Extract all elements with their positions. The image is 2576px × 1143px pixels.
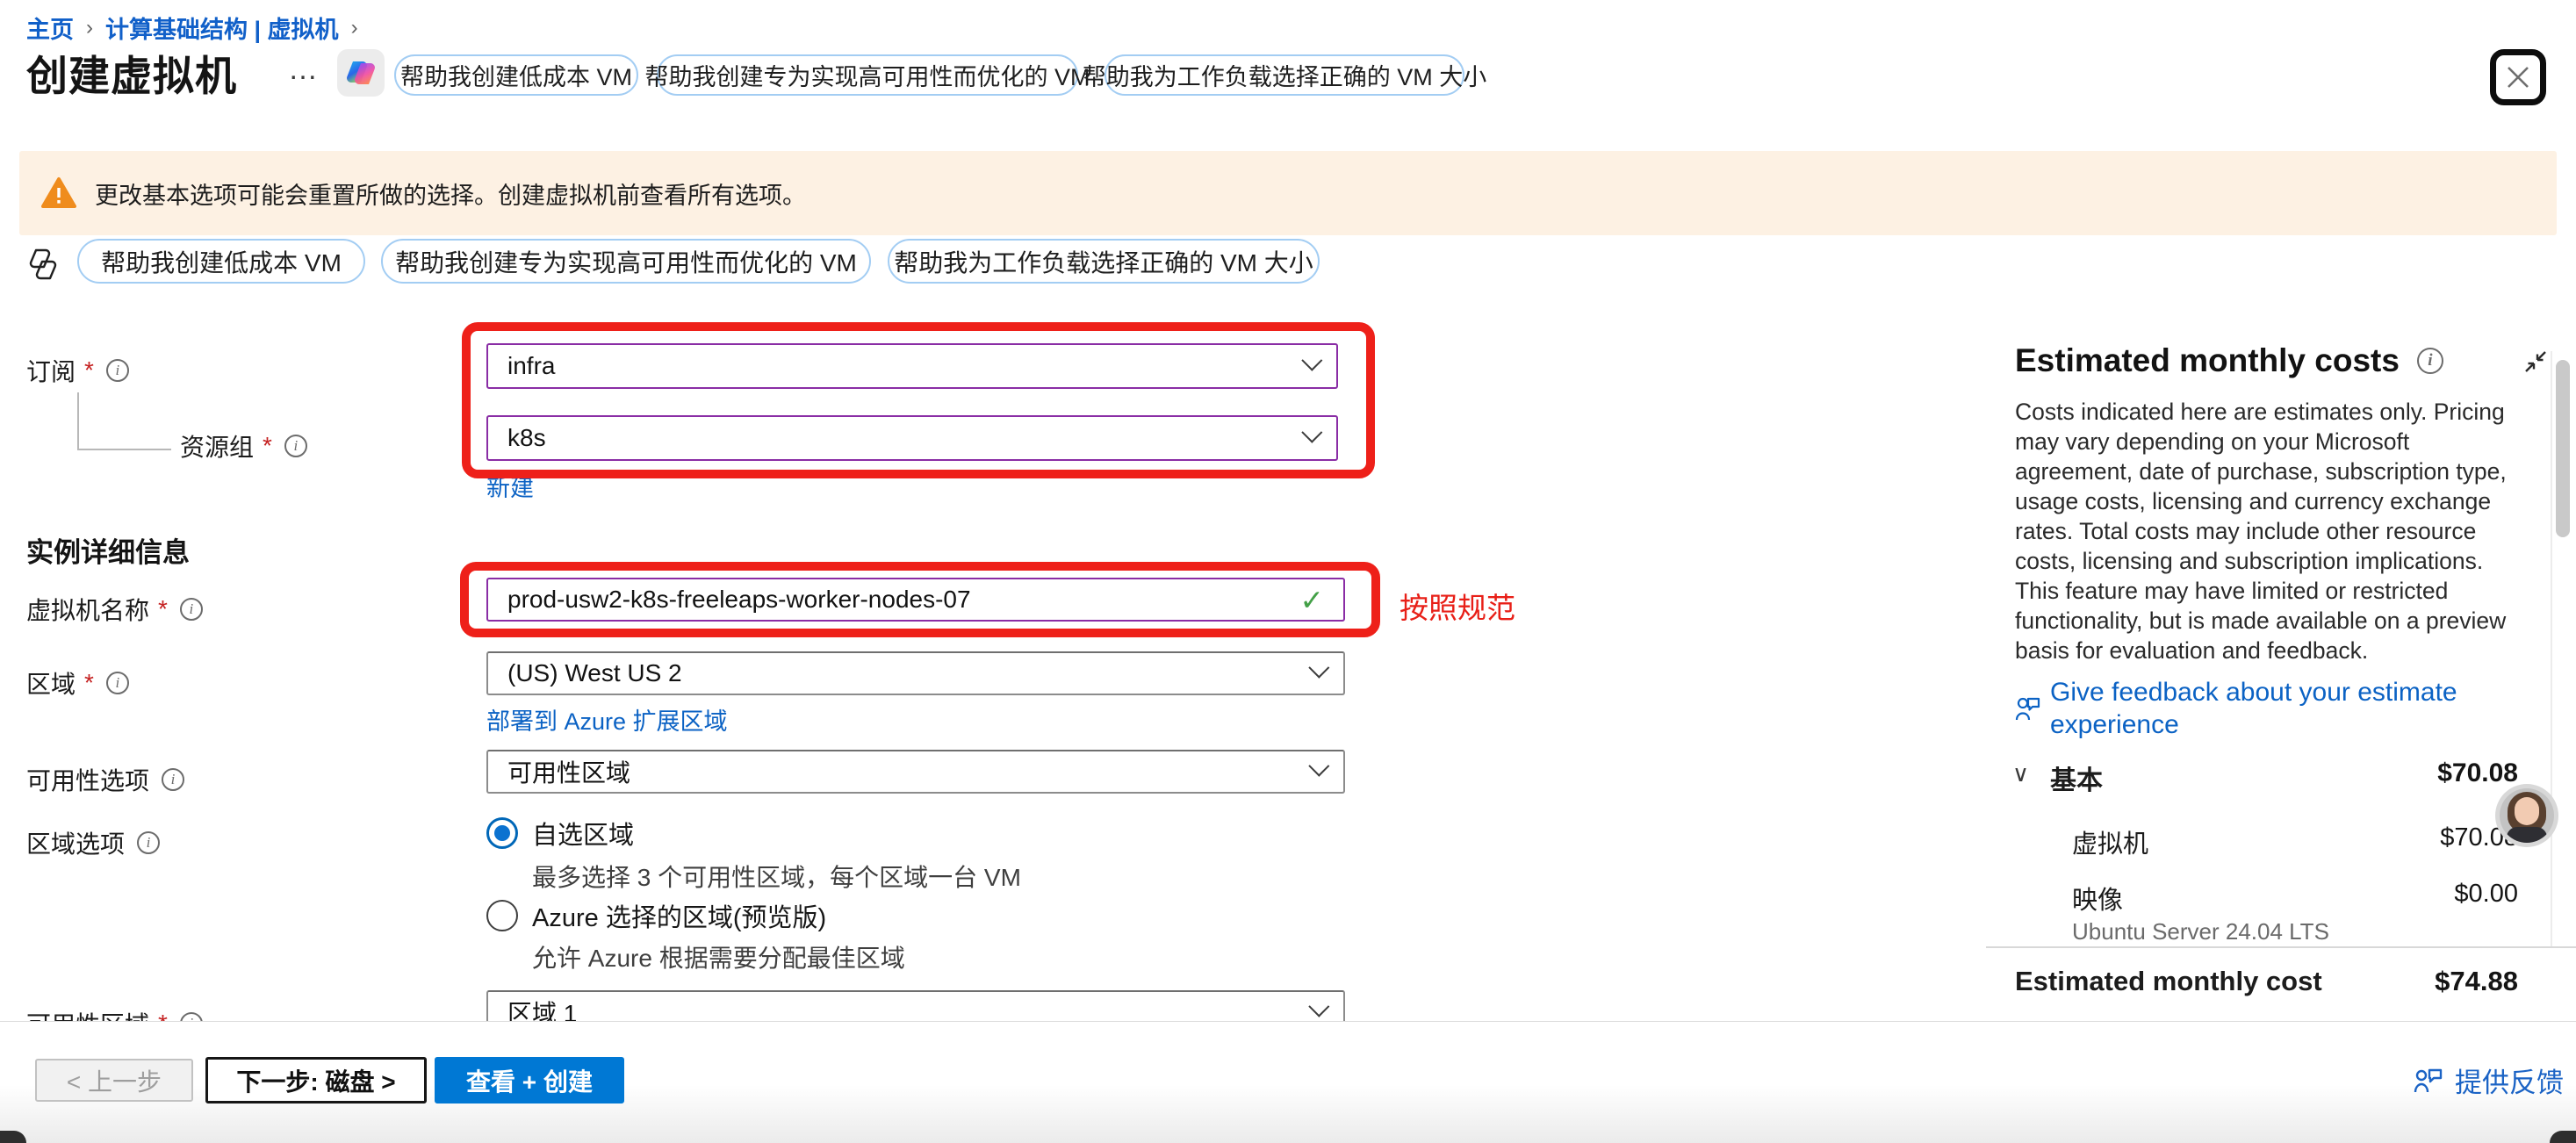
required-mark: * bbox=[84, 669, 94, 697]
review-create-button[interactable]: 查看 + 创建 bbox=[435, 1057, 624, 1103]
breadcrumb-home-link[interactable]: 主页 bbox=[26, 11, 74, 45]
zone-option-azure-select[interactable]: Azure 选择的区域(预览版) bbox=[486, 897, 826, 934]
create-vm-page: 主页 › 计算基础结构 | 虚拟机 › 创建虚拟机 … 帮助我创建低成本 bbox=[0, 0, 2576, 1143]
availability-options-value: 可用性区域 bbox=[507, 754, 630, 789]
region-label: 区域 * i bbox=[26, 665, 129, 701]
vm-name-label: 虚拟机名称 * i bbox=[26, 592, 203, 627]
estimate-feedback-link[interactable]: Give feedback about your estimate experi… bbox=[2050, 676, 2515, 741]
cost-panel-title-row: Estimated monthly costs i bbox=[2015, 342, 2443, 379]
warning-icon bbox=[40, 176, 77, 210]
more-options-button[interactable]: … bbox=[288, 53, 320, 87]
region-info-icon[interactable]: i bbox=[106, 672, 129, 694]
copilot-outline-icon bbox=[25, 246, 61, 283]
give-feedback-label: 提供反馈 bbox=[2455, 1060, 2564, 1100]
collapse-panel-icon[interactable] bbox=[2522, 348, 2550, 376]
availability-options-info-icon[interactable]: i bbox=[162, 768, 184, 791]
subscription-label: 订阅 * i bbox=[26, 353, 129, 388]
cost-row-basic-label: 基本 bbox=[2050, 758, 2103, 797]
copilot-suggestion-high-availability-vm-2[interactable]: 帮助我创建专为实现高可用性而优化的 VM bbox=[381, 239, 871, 284]
subscription-info-icon[interactable]: i bbox=[106, 359, 129, 382]
annotation-rect-subscription bbox=[462, 322, 1375, 478]
cost-row-vm-value: $70.08 bbox=[2255, 823, 2518, 852]
copilot-suggestion-low-cost-vm-2[interactable]: 帮助我创建低成本 VM bbox=[77, 239, 365, 284]
close-icon bbox=[2505, 64, 2531, 90]
copilot-suggestion-right-vm-size-2[interactable]: 帮助我为工作负载选择正确的 VM 大小 bbox=[888, 239, 1320, 284]
feedback-person-icon bbox=[2413, 1066, 2444, 1096]
copilot-icon bbox=[344, 56, 378, 90]
zone-option-azure-select-desc: 允许 Azure 根据需要分配最佳区域 bbox=[532, 939, 905, 974]
zone-option-self-select[interactable]: 自选区域 bbox=[486, 815, 634, 852]
cost-row-basic-value: $70.08 bbox=[2255, 758, 2518, 788]
breadcrumb-compute-link[interactable]: 计算基础结构 | 虚拟机 bbox=[105, 11, 339, 45]
cost-row-image-sub: Ubuntu Server 24.04 LTS bbox=[2072, 918, 2329, 945]
scrollbar-track[interactable] bbox=[2551, 351, 2552, 946]
resource-group-info-icon[interactable]: i bbox=[284, 435, 307, 457]
bottom-right-corner-artifact bbox=[2550, 1131, 2576, 1143]
page-title: 创建虚拟机 bbox=[26, 42, 237, 103]
chevron-down-icon bbox=[1308, 755, 1329, 776]
cost-disclaimer-text: Costs indicated here are estimates only.… bbox=[2015, 397, 2522, 665]
chevron-down-icon bbox=[1308, 996, 1329, 1017]
zone-option-self-select-desc: 最多选择 3 个可用性区域，每个区域一台 VM bbox=[532, 859, 1021, 894]
deploy-extended-zone-link[interactable]: 部署到 Azure 扩展区域 bbox=[486, 702, 728, 737]
next-step-disks-button[interactable]: 下一步: 磁盘 > bbox=[205, 1057, 427, 1103]
annotation-rect-vm-name bbox=[460, 562, 1380, 637]
instance-details-section-title: 实例详细信息 bbox=[26, 530, 190, 570]
warning-banner: 更改基本选项可能会重置所做的选择。创建虚拟机前查看所有选项。 bbox=[19, 151, 2557, 235]
region-select[interactable]: (US) West US 2 bbox=[486, 651, 1345, 695]
required-mark: * bbox=[158, 595, 168, 623]
radio-selected-icon[interactable] bbox=[486, 817, 518, 849]
tree-connector-vertical bbox=[77, 392, 79, 449]
copilot-suggestion-low-cost-vm[interactable]: 帮助我创建低成本 VM bbox=[394, 54, 638, 96]
avatar-image bbox=[2500, 788, 2554, 843]
zone-options-label: 区域选项 i bbox=[26, 825, 160, 860]
annotation-text: 按照规范 bbox=[1400, 585, 1515, 627]
availability-options-label: 可用性选项 i bbox=[26, 762, 184, 797]
copilot-suggestion-high-availability-vm[interactable]: 帮助我创建专为实现高可用性而优化的 VM bbox=[657, 54, 1078, 96]
availability-options-select[interactable]: 可用性区域 bbox=[486, 750, 1345, 794]
copilot-button[interactable] bbox=[337, 49, 385, 97]
tree-connector-horizontal bbox=[77, 449, 171, 450]
breadcrumb-separator: › bbox=[351, 16, 358, 40]
assistant-avatar[interactable] bbox=[2495, 784, 2558, 847]
cost-panel-title: Estimated monthly costs bbox=[2015, 342, 2400, 379]
required-mark: * bbox=[84, 356, 94, 385]
expand-basic-chevron-icon[interactable]: ∨ bbox=[2012, 760, 2029, 787]
cost-row-image-value: $0.00 bbox=[2255, 880, 2518, 909]
feedback-bubbles-icon bbox=[2012, 694, 2042, 723]
resource-group-label: 资源组 * i bbox=[180, 428, 307, 464]
give-feedback-link[interactable]: 提供反馈 bbox=[2413, 1060, 2564, 1100]
previous-step-button[interactable]: < 上一步 bbox=[35, 1059, 193, 1102]
cost-row-image-label: 映像 bbox=[2072, 880, 2123, 917]
footer-bar: < 上一步 下一步: 磁盘 > 查看 + 创建 提供反馈 bbox=[0, 1021, 2576, 1143]
radio-unselected-icon[interactable] bbox=[486, 900, 518, 931]
cost-row-vm-label: 虚拟机 bbox=[2072, 823, 2148, 860]
close-button[interactable] bbox=[2490, 49, 2546, 105]
breadcrumb-separator: › bbox=[86, 16, 93, 40]
breadcrumb: 主页 › 计算基础结构 | 虚拟机 › bbox=[26, 11, 358, 45]
scrollbar-thumb[interactable] bbox=[2556, 360, 2570, 537]
cost-total-value: $74.88 bbox=[2255, 966, 2518, 997]
required-mark: * bbox=[263, 432, 272, 460]
region-value: (US) West US 2 bbox=[507, 659, 682, 687]
copilot-suggestion-right-vm-size[interactable]: 帮助我为工作负载选择正确的 VM 大小 bbox=[1105, 54, 1464, 96]
vm-name-info-icon[interactable]: i bbox=[180, 598, 203, 621]
chevron-down-icon bbox=[1308, 657, 1329, 678]
cost-total-divider bbox=[1986, 946, 2576, 948]
cost-panel-info-icon[interactable]: i bbox=[2417, 348, 2443, 374]
warning-text: 更改基本选项可能会重置所做的选择。创建虚拟机前查看所有选项。 bbox=[95, 176, 806, 211]
zone-options-info-icon[interactable]: i bbox=[137, 831, 160, 854]
